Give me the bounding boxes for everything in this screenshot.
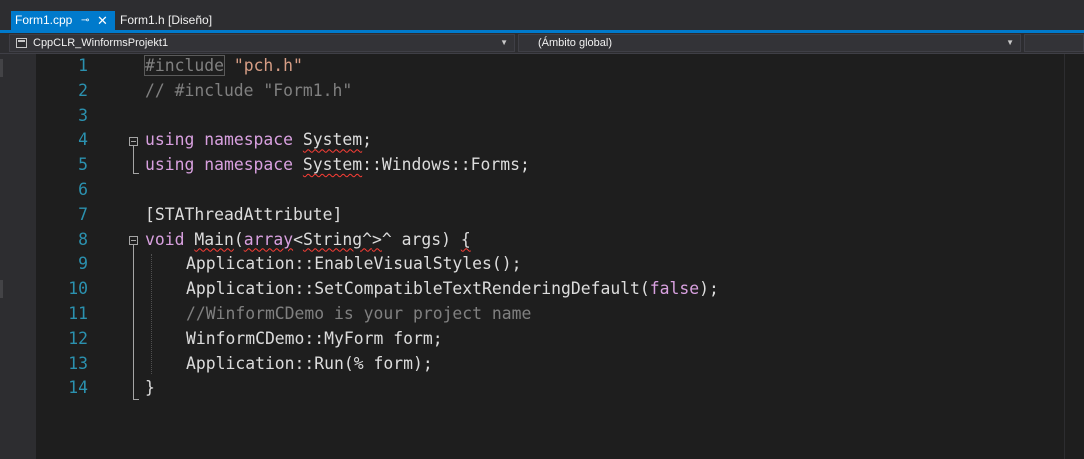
attribute: [STAThreadAttribute]: [145, 204, 343, 224]
collapse-region-icon[interactable]: [129, 236, 138, 245]
code-line-8[interactable]: void Main(array<String^>^ args) {: [145, 228, 471, 253]
statement: Application::EnableVisualStyles();: [186, 254, 522, 274]
semicolon: ;: [362, 130, 372, 150]
chevron-down-icon[interactable]: ▼: [1006, 35, 1014, 51]
collapse-region-icon[interactable]: [129, 137, 138, 146]
line-number: 6: [78, 180, 88, 199]
keyword-void: void: [145, 229, 185, 249]
scope-dropdown[interactable]: (Ámbito global) ▼: [518, 34, 1021, 52]
preprocessor-directive: #include: [144, 55, 225, 76]
tab-label: Form1.cpp: [15, 13, 73, 27]
code-line-13[interactable]: Application::Run(% form);: [186, 352, 433, 377]
project-dropdown[interactable]: CppCLR_WinformsProjekt1 ▼: [9, 34, 515, 52]
code-editor[interactable]: 1 2 3 4 5 6 7 8 9 10 11 12 13 14 #includ…: [0, 54, 1084, 459]
line-number: 13: [68, 353, 88, 373]
outline-end: [133, 399, 139, 400]
code-line-7[interactable]: [STAThreadAttribute]: [145, 203, 342, 228]
member-dropdown[interactable]: [1024, 34, 1084, 52]
chevron-down-icon[interactable]: ▼: [500, 35, 508, 51]
pin-icon[interactable]: ⊸: [81, 11, 89, 30]
outline-end: [133, 173, 139, 174]
code-line-14[interactable]: }: [145, 376, 155, 401]
line-number: 2: [78, 80, 88, 100]
statement: Application::SetCompatibleTextRenderingD…: [186, 279, 650, 299]
tab-label: Form1.h [Diseño]: [120, 13, 213, 27]
line-number: 11: [68, 304, 88, 323]
line-number: 3: [78, 105, 88, 125]
code-line-9[interactable]: Application::EnableVisualStyles();: [186, 252, 522, 277]
code-line-2[interactable]: // #include "Form1.h": [145, 79, 352, 104]
keyword-namespace: namespace: [204, 130, 294, 150]
outline-line: [133, 245, 134, 400]
code-line-1[interactable]: #include "pch.h": [144, 54, 303, 79]
indent-guide: [151, 254, 152, 374]
project-name: CppCLR_WinformsProjekt1: [33, 37, 169, 49]
close-icon[interactable]: ✕: [97, 11, 108, 30]
namespace-name: System: [302, 130, 363, 150]
comment: // #include "Form1.h": [145, 80, 353, 100]
code-line-12[interactable]: WinformCDemo::MyForm form;: [186, 327, 443, 352]
code-line-11[interactable]: //WinformCDemo is your project name: [186, 302, 531, 327]
code-line-5[interactable]: using namespace System::Windows::Forms;: [145, 153, 530, 178]
line-number: 10: [68, 279, 88, 299]
handle-hat: ^: [381, 229, 392, 249]
namespace-path: ::Windows::Forms;: [362, 155, 530, 175]
document-tab-strip: Form1.cpp ⊸ ✕ Form1.h [Diseño]: [0, 0, 1084, 33]
line-number: 9: [78, 254, 88, 274]
string-type: String^: [302, 229, 373, 249]
function-name: Main: [194, 229, 234, 249]
open-brace: {: [460, 229, 471, 249]
close-brace: }: [145, 378, 155, 398]
project-icon: [16, 38, 27, 48]
string-literal: "pch.h": [233, 56, 303, 75]
line-number: 12: [68, 328, 88, 348]
code-line-4[interactable]: using namespace System;: [145, 128, 372, 153]
line-number: 7: [78, 204, 88, 224]
scope-name: (Ámbito global): [538, 37, 612, 49]
outline-line: [133, 146, 134, 174]
statement-end: );: [699, 279, 719, 299]
code-line-10[interactable]: Application::SetCompatibleTextRenderingD…: [186, 277, 719, 302]
line-number: 5: [78, 155, 88, 175]
vertical-scrollbar[interactable]: [1064, 54, 1084, 459]
line-number: 4: [78, 130, 88, 150]
keyword-false: false: [649, 279, 700, 299]
line-number: 1: [78, 56, 88, 75]
angle-close: >: [372, 229, 382, 249]
tab-form1-h-design[interactable]: Form1.h [Diseño]: [117, 11, 217, 30]
keyword-using: using: [145, 155, 195, 175]
namespace-name: System: [302, 155, 363, 175]
angle-open: <: [293, 229, 303, 249]
statement: Application::Run(% form);: [186, 353, 433, 373]
tab-form1-cpp[interactable]: Form1.cpp ⊸ ✕: [11, 11, 115, 30]
keyword-using: using: [145, 130, 195, 150]
line-number: 8: [78, 229, 88, 249]
paren: (: [233, 229, 244, 249]
params-rest: args): [391, 229, 461, 249]
comment: //WinformCDemo is your project name: [186, 304, 532, 323]
line-number: 14: [68, 378, 88, 398]
array-type: array: [243, 229, 294, 249]
statement: WinformCDemo::MyForm form;: [186, 328, 443, 348]
keyword-namespace: namespace: [204, 155, 294, 175]
navigation-bar: CppCLR_WinformsProjekt1 ▼ (Ámbito global…: [0, 33, 1084, 54]
